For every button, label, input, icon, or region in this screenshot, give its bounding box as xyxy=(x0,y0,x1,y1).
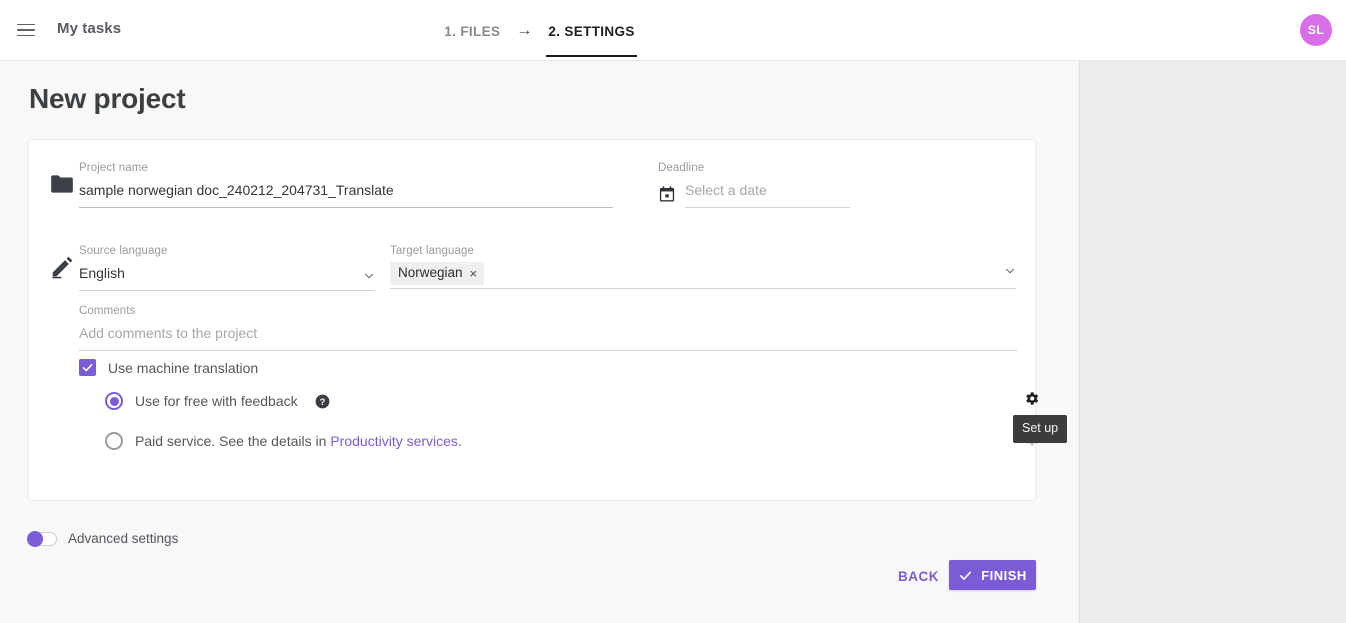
step-nav: 1. FILES → 2. SETTINGS xyxy=(0,0,1079,61)
finish-button-label: FINISH xyxy=(981,567,1027,583)
check-icon xyxy=(960,571,972,580)
mt-option-paid-radio[interactable] xyxy=(105,432,123,450)
mt-option-free-row[interactable]: Use for free with feedback ? xyxy=(105,392,330,410)
source-language-value[interactable]: English xyxy=(79,262,125,290)
comments-underline: Add comments to the project xyxy=(79,322,1017,351)
toggle-knob xyxy=(27,530,43,547)
use-machine-translation-checkbox[interactable] xyxy=(79,359,96,376)
mt-option-paid-label: Paid service. See the details in Product… xyxy=(135,433,462,449)
use-machine-translation-label: Use machine translation xyxy=(108,359,259,376)
use-machine-translation-row[interactable]: Use machine translation xyxy=(79,359,258,376)
deadline-underline: Select a date xyxy=(685,179,850,208)
target-language-chip[interactable]: Norwegian × xyxy=(390,262,485,285)
source-language-label: Source language xyxy=(79,245,168,257)
deadline-label: Deadline xyxy=(658,162,705,174)
page-title: New project xyxy=(29,83,186,114)
folder-icon xyxy=(49,171,75,197)
right-side-panel xyxy=(1079,0,1346,623)
calendar-icon[interactable] xyxy=(658,185,676,203)
arrow-right-icon: → xyxy=(516,21,533,39)
back-button[interactable]: BACK xyxy=(884,560,953,593)
target-language-underline: Norwegian × xyxy=(390,262,1016,289)
help-circle-icon[interactable]: ? xyxy=(315,394,330,409)
avatar[interactable]: SL xyxy=(1300,14,1332,46)
comments-field[interactable]: Comments Add comments to the project xyxy=(79,304,1017,351)
chip-remove-icon[interactable]: × xyxy=(470,267,478,280)
svg-text:?: ? xyxy=(319,396,325,406)
target-language-field[interactable]: Target language Norwegian × xyxy=(390,244,1016,289)
tooltip-set-up: Set up xyxy=(1013,415,1068,443)
project-name-underline: sample norwegian doc_240212_204731_Trans… xyxy=(79,179,613,208)
gear-icon[interactable] xyxy=(1023,390,1040,407)
app-root: My tasks 1. FILES → 2. SETTINGS SL New p… xyxy=(0,0,1346,623)
pencil-icon xyxy=(49,254,75,280)
tab-settings[interactable]: 2. SETTINGS xyxy=(546,4,638,57)
project-settings-card: Project name sample norwegian doc_240212… xyxy=(28,139,1039,501)
project-name-field[interactable]: Project name sample norwegian doc_240212… xyxy=(79,161,613,208)
target-language-label: Target language xyxy=(390,245,474,257)
mt-option-free-radio[interactable] xyxy=(105,392,123,410)
top-bar: My tasks 1. FILES → 2. SETTINGS SL xyxy=(0,0,1346,61)
advanced-settings-label: Advanced settings xyxy=(68,531,179,546)
deadline-field[interactable]: Deadline Select a date xyxy=(658,161,850,208)
chevron-down-icon[interactable] xyxy=(1004,264,1016,276)
advanced-settings-row[interactable]: Advanced settings xyxy=(27,530,179,547)
advanced-settings-toggle[interactable] xyxy=(27,530,57,547)
radio-dot xyxy=(109,396,119,406)
mt-option-paid-text-prefix: Paid service. See the details in xyxy=(135,433,331,449)
tab-files[interactable]: 1. FILES xyxy=(442,4,502,57)
comments-input[interactable]: Add comments to the project xyxy=(79,322,1017,350)
deadline-input[interactable]: Select a date xyxy=(685,179,850,207)
finish-button[interactable]: FINISH xyxy=(949,560,1036,590)
chevron-down-icon[interactable] xyxy=(363,269,375,281)
productivity-services-link[interactable]: Productivity services xyxy=(330,433,458,449)
mt-option-paid-row[interactable]: Paid service. See the details in Product… xyxy=(105,432,462,450)
source-language-underline: English xyxy=(79,262,375,291)
comments-label: Comments xyxy=(79,305,136,317)
project-name-label: Project name xyxy=(79,162,148,174)
mt-option-free-label: Use for free with feedback xyxy=(135,393,298,409)
target-language-chip-label: Norwegian xyxy=(398,265,463,280)
mt-option-paid-text-suffix: . xyxy=(457,433,462,449)
source-language-field[interactable]: Source language English xyxy=(79,244,375,291)
project-name-input[interactable]: sample norwegian doc_240212_204731_Trans… xyxy=(79,179,613,207)
